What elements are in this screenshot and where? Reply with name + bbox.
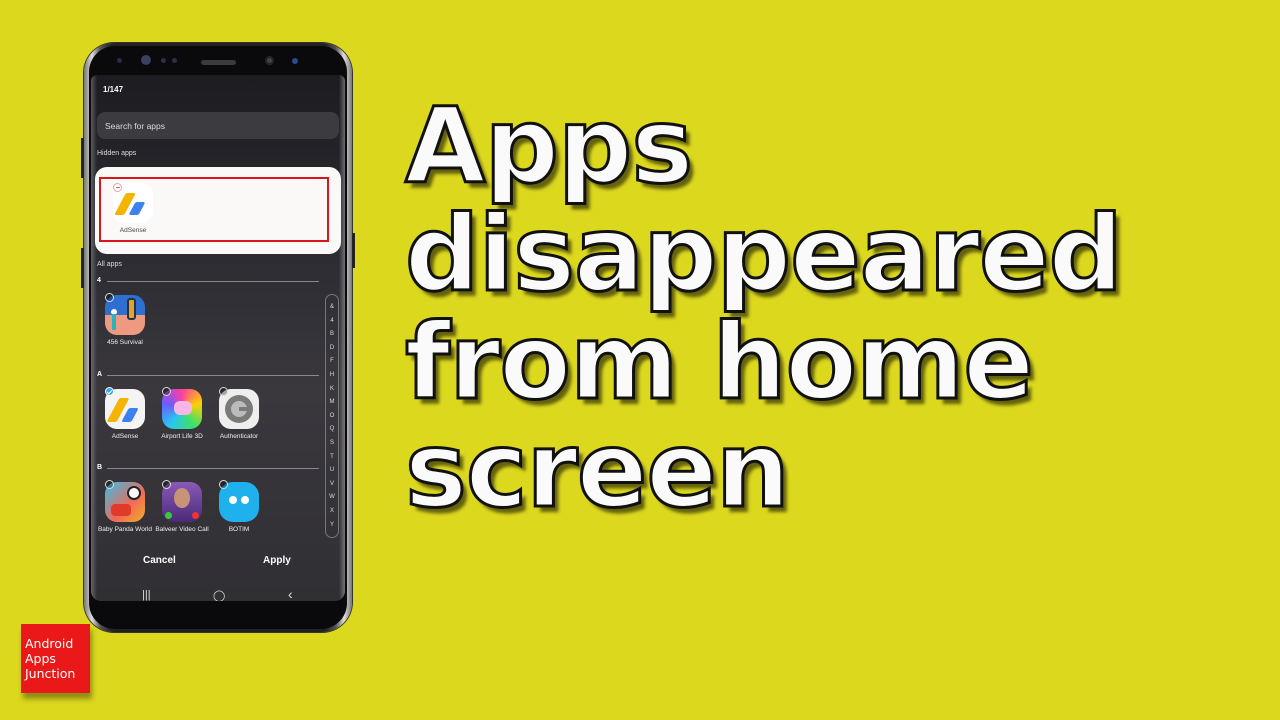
app-botim[interactable]: BOTIM bbox=[209, 480, 269, 535]
index-letter[interactable]: M bbox=[330, 396, 335, 410]
earpiece-speaker bbox=[201, 60, 236, 65]
selected-count: 1/147 bbox=[103, 85, 124, 94]
bixby-button bbox=[81, 248, 84, 288]
hide-apps-screen: 1/147 Search for apps Hidden apps AdSens… bbox=[91, 75, 345, 601]
highlight-box: AdSense bbox=[99, 177, 329, 242]
group-divider: A bbox=[97, 371, 319, 381]
app-baby-panda-world[interactable]: Baby Panda World bbox=[95, 480, 155, 535]
group-divider: B bbox=[97, 464, 319, 474]
divider-line bbox=[107, 375, 319, 376]
app-label: 456 Survival bbox=[107, 339, 143, 346]
app-label: AdSense bbox=[119, 227, 147, 234]
action-buttons: Cancel Apply bbox=[91, 555, 345, 575]
volume-button bbox=[81, 138, 84, 178]
checkbox[interactable] bbox=[219, 480, 228, 489]
divider-line bbox=[107, 468, 319, 469]
checkbox[interactable] bbox=[105, 480, 114, 489]
alphabet-index-scrollbar[interactable]: & 4 B D F H K M O Q S T U V W X Y bbox=[325, 294, 339, 538]
hidden-apps-card: AdSense bbox=[95, 167, 341, 254]
headline: Apps disappeared from home screen bbox=[404, 85, 1265, 531]
cancel-button[interactable]: Cancel bbox=[143, 555, 176, 566]
sensor-icon bbox=[161, 58, 166, 63]
search-input[interactable]: Search for apps bbox=[97, 112, 339, 139]
index-letter[interactable]: Y bbox=[330, 519, 334, 533]
logo-line: Android bbox=[25, 636, 74, 651]
checkbox[interactable] bbox=[162, 387, 171, 396]
index-letter[interactable]: H bbox=[330, 369, 334, 383]
app-label: AdSense bbox=[111, 433, 139, 440]
power-button bbox=[352, 233, 355, 268]
index-letter[interactable]: 4 bbox=[330, 315, 333, 329]
channel-logo: Android Apps Junction bbox=[21, 624, 90, 693]
logo-line: Junction bbox=[25, 666, 76, 681]
index-letter[interactable]: X bbox=[330, 505, 334, 519]
front-camera-icon bbox=[265, 56, 274, 65]
apply-button[interactable]: Apply bbox=[263, 555, 291, 566]
app-label: Authenticator bbox=[219, 433, 259, 440]
divider-line bbox=[107, 281, 319, 282]
home-icon[interactable]: ◯ bbox=[213, 589, 225, 601]
iris-led-icon bbox=[292, 58, 298, 64]
index-letter[interactable]: W bbox=[329, 491, 335, 505]
index-letter[interactable]: K bbox=[330, 383, 334, 397]
all-apps-label: All apps bbox=[97, 261, 122, 268]
sensor-icon bbox=[117, 58, 122, 63]
sensor-icon bbox=[172, 58, 177, 63]
phone-mockup: 1/147 Search for apps Hidden apps AdSens… bbox=[81, 43, 355, 632]
logo-line: Apps bbox=[25, 651, 56, 666]
headline-line: Apps bbox=[404, 85, 695, 207]
edge-highlight bbox=[339, 75, 345, 601]
back-icon[interactable]: ‹ bbox=[288, 586, 293, 601]
group-letter: A bbox=[97, 371, 103, 378]
phone-bezel bbox=[89, 46, 347, 76]
index-letter[interactable]: U bbox=[330, 464, 334, 478]
recents-icon[interactable]: ||| bbox=[142, 589, 151, 601]
app-label: Balveer Video Call bbox=[155, 526, 209, 533]
index-letter[interactable]: V bbox=[330, 478, 334, 492]
navigation-bar: ||| ◯ ‹ bbox=[91, 586, 345, 601]
app-adsense[interactable]: AdSense bbox=[95, 387, 155, 442]
app-label: BOTIM bbox=[228, 526, 250, 533]
remove-icon[interactable] bbox=[113, 183, 122, 192]
group-letter: B bbox=[97, 464, 103, 471]
checkbox[interactable] bbox=[162, 480, 171, 489]
iris-scanner-icon bbox=[141, 55, 151, 65]
app-label: Airport Life 3D bbox=[161, 433, 203, 440]
headline-line: from home bbox=[404, 301, 1036, 423]
checkbox-checked[interactable] bbox=[105, 387, 114, 396]
index-letter[interactable]: Q bbox=[330, 423, 335, 437]
index-letter[interactable]: S bbox=[330, 437, 334, 451]
group-divider: 4 bbox=[97, 277, 319, 287]
app-airport-life-3d[interactable]: Airport Life 3D bbox=[152, 387, 212, 442]
hidden-app-adsense[interactable]: AdSense bbox=[103, 183, 163, 236]
index-letter[interactable]: T bbox=[330, 451, 334, 465]
index-letter[interactable]: D bbox=[330, 342, 334, 356]
headline-line: disappeared bbox=[404, 193, 1125, 315]
app-authenticator[interactable]: Authenticator bbox=[209, 387, 269, 442]
app-balveer-video-call[interactable]: Balveer Video Call bbox=[152, 480, 212, 535]
index-letter[interactable]: O bbox=[330, 410, 335, 424]
index-letter[interactable]: & bbox=[330, 301, 334, 315]
headline-line: screen bbox=[404, 409, 792, 531]
index-letter[interactable]: B bbox=[330, 328, 334, 342]
app-label: Baby Panda World bbox=[97, 526, 153, 533]
hidden-apps-label: Hidden apps bbox=[97, 150, 137, 157]
group-letter: 4 bbox=[97, 277, 101, 284]
app-456-survival[interactable]: 456 Survival bbox=[95, 293, 155, 348]
index-letter[interactable]: F bbox=[330, 355, 334, 369]
checkbox[interactable] bbox=[219, 387, 228, 396]
checkbox[interactable] bbox=[105, 293, 114, 302]
